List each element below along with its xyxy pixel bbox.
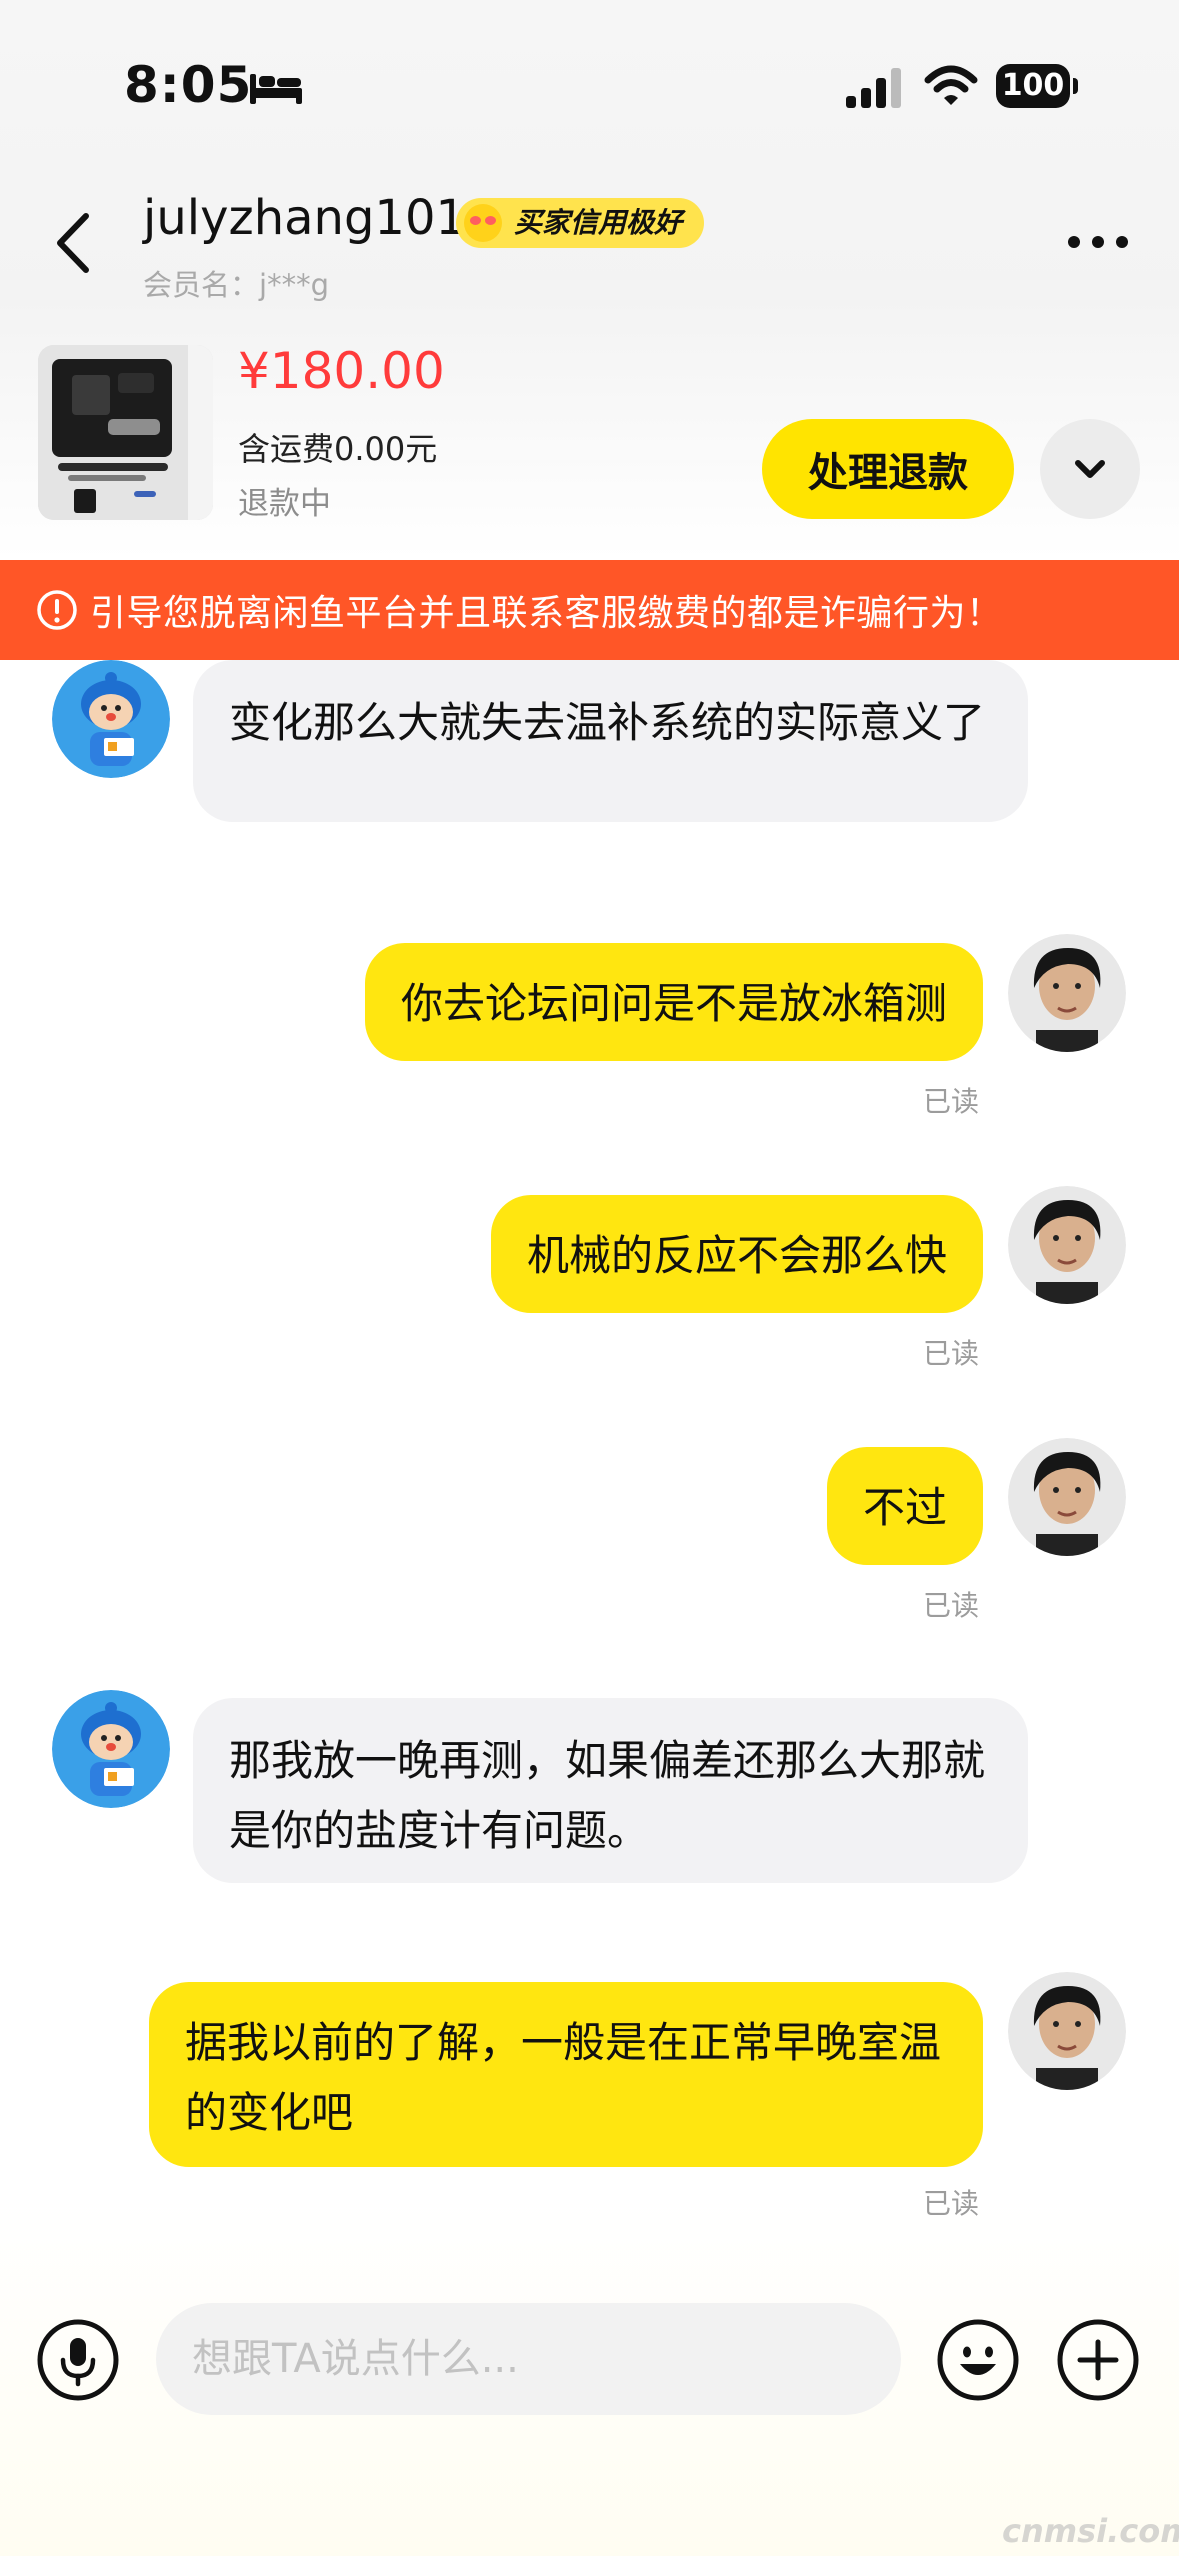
buyer-avatar[interactable] xyxy=(52,1690,170,1808)
avatar-image xyxy=(52,1690,170,1808)
self-avatar[interactable] xyxy=(1008,1438,1126,1556)
status-bar: 8:05 100 xyxy=(0,0,1179,150)
avatar-image xyxy=(1008,1186,1126,1304)
product-price: ¥180.00 xyxy=(238,342,445,400)
credit-badge-label: 买家信用极好 xyxy=(514,206,683,239)
warning-text: 引导您脱离闲鱼平台并且联系客服缴费的都是诈骗行为！ xyxy=(90,593,1003,634)
message-bubble-outgoing[interactable]: 不过 xyxy=(826,1447,983,1565)
fraud-warning-banner: 引导您脱离闲鱼平台并且联系客服缴费的都是诈骗行为！ xyxy=(0,560,1179,660)
process-refund-button[interactable]: 处理退款 xyxy=(762,419,1014,519)
read-status: 已读 xyxy=(922,2187,979,2220)
avatar-image xyxy=(1008,1972,1126,2090)
plus-icon[interactable] xyxy=(1056,2318,1140,2402)
product-image xyxy=(38,345,213,520)
shipping-info: 含运费0.00元 xyxy=(238,430,438,468)
self-avatar[interactable] xyxy=(1008,934,1126,1052)
battery-cap xyxy=(1073,78,1078,94)
self-avatar[interactable] xyxy=(1008,1972,1126,2090)
battery-level: 100 xyxy=(996,64,1070,108)
message-text: 那我放一晚再测，如果偏差还那么大那就是你的盐度计有问题。 xyxy=(229,1736,986,1855)
avatar-image xyxy=(52,660,170,778)
message-text: 不过 xyxy=(862,1483,947,1532)
chevron-down-icon xyxy=(1075,460,1105,478)
avatar-image xyxy=(1008,1438,1126,1556)
message-bubble-outgoing[interactable]: 机械的反应不会那么快 xyxy=(490,1195,983,1313)
message-text: 据我以前的了解，一般是在正常早晚室温的变化吧 xyxy=(185,2018,942,2137)
bed-icon xyxy=(250,74,302,104)
credit-badge: 买家信用极好 xyxy=(456,198,705,248)
avatar-image xyxy=(1008,934,1126,1052)
member-value: j***g xyxy=(259,268,329,302)
message-bubble-incoming[interactable]: 那我放一晚再测，如果偏差还那么大那就是你的盐度计有问题。 xyxy=(193,1698,1028,1883)
chat-partner-name[interactable]: julyzhang101 xyxy=(143,190,466,246)
back-arrow-icon[interactable] xyxy=(50,210,96,276)
chat-screen: 8:05 100 julyzhang101 买家信用极好 会员名：j***g ¥… xyxy=(0,0,1179,2556)
signal-icon xyxy=(846,68,901,108)
watermark: cnmsi.com xyxy=(1002,2512,1179,2550)
message-text: 机械的反应不会那么快 xyxy=(526,1231,947,1280)
message-input[interactable] xyxy=(156,2303,901,2415)
member-name: 会员名：j***g xyxy=(143,262,329,304)
message-text: 变化那么大就失去温补系统的实际意义了 xyxy=(229,698,986,747)
expand-button[interactable] xyxy=(1040,419,1140,519)
message-text: 你去论坛问问是不是放冰箱测 xyxy=(400,979,947,1028)
order-status: 退款中 xyxy=(238,486,331,522)
battery-icon: 100 xyxy=(996,64,1078,108)
message-bubble-outgoing[interactable]: 据我以前的了解，一般是在正常早晚室温的变化吧 xyxy=(149,1982,983,2167)
wifi-icon xyxy=(924,65,978,105)
warning-circle-icon xyxy=(37,590,77,630)
status-time: 8:05 xyxy=(124,56,253,114)
self-avatar[interactable] xyxy=(1008,1186,1126,1304)
emoji-icon[interactable] xyxy=(936,2318,1020,2402)
microphone-icon[interactable] xyxy=(36,2318,120,2402)
message-bubble-incoming[interactable]: 变化那么大就失去温补系统的实际意义了 xyxy=(193,660,1028,822)
read-status: 已读 xyxy=(922,1589,979,1622)
emoji-badge-icon xyxy=(464,204,502,242)
more-icon[interactable] xyxy=(1066,232,1130,252)
member-label: 会员名： xyxy=(143,268,260,302)
read-status: 已读 xyxy=(922,1085,979,1118)
message-bubble-outgoing[interactable]: 你去论坛问问是不是放冰箱测 xyxy=(364,943,983,1061)
message-list: 变化那么大就失去温补系统的实际意义了 你去论坛问问是不是放冰箱测 已读 机械的反… xyxy=(0,660,1179,2250)
read-status: 已读 xyxy=(922,1337,979,1370)
buyer-avatar[interactable] xyxy=(52,660,170,778)
product-thumbnail[interactable] xyxy=(38,345,213,520)
